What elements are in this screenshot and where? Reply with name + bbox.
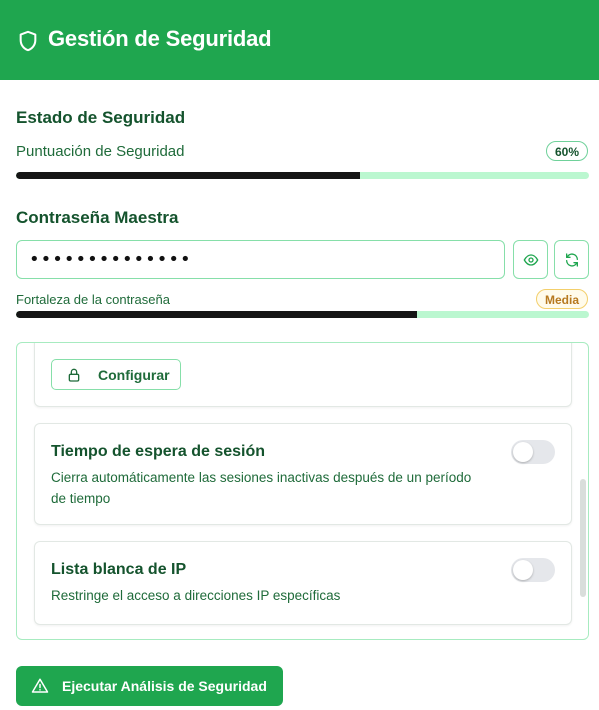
security-settings-panel[interactable]: Configurar Tiempo de espera de sesión Ci… bbox=[16, 342, 589, 640]
ip-whitelist-toggle[interactable] bbox=[511, 558, 555, 582]
regenerate-password-button[interactable] bbox=[554, 240, 589, 279]
toggle-knob bbox=[513, 442, 533, 462]
session-timeout-title: Tiempo de espera de sesión bbox=[51, 443, 266, 460]
eye-icon bbox=[523, 253, 538, 266]
security-score-label: Puntuación de Seguridad bbox=[16, 143, 185, 160]
master-password-input[interactable] bbox=[16, 240, 505, 279]
password-strength-fill bbox=[16, 311, 418, 318]
password-strength-bar bbox=[16, 311, 589, 318]
configure-button[interactable]: Configurar bbox=[51, 359, 181, 390]
warning-icon bbox=[31, 678, 49, 693]
settings-card-configure: Configurar bbox=[34, 343, 572, 407]
page-title: Gestión de Seguridad bbox=[48, 26, 272, 51]
configure-button-label: Configurar bbox=[98, 366, 170, 383]
security-score-fill bbox=[16, 172, 360, 179]
settings-card-session-timeout: Tiempo de espera de sesión Cierra automá… bbox=[34, 423, 572, 525]
password-strength-badge: Media bbox=[535, 289, 588, 309]
run-security-scan-label: Ejecutar Análisis de Seguridad bbox=[62, 678, 267, 694]
ip-whitelist-description: Restringe el acceso a direcciones IP esp… bbox=[51, 588, 341, 603]
session-timeout-toggle[interactable] bbox=[511, 440, 555, 464]
session-timeout-description-line2: de tiempo bbox=[51, 491, 111, 506]
session-timeout-description-line1: Cierra automáticamente las sesiones inac… bbox=[51, 470, 472, 485]
refresh-icon bbox=[565, 252, 578, 267]
shield-icon bbox=[19, 30, 37, 52]
settings-card-ip-whitelist: Lista blanca de IP Restringe el acceso a… bbox=[34, 541, 572, 625]
show-password-button[interactable] bbox=[513, 240, 548, 279]
toggle-knob bbox=[513, 560, 533, 580]
security-score-badge: 60% bbox=[545, 141, 588, 161]
master-password-heading: Contraseña Maestra bbox=[16, 208, 179, 227]
security-status-heading: Estado de Seguridad bbox=[16, 108, 186, 127]
run-security-scan-button[interactable]: Ejecutar Análisis de Seguridad bbox=[16, 666, 283, 706]
security-score-bar bbox=[16, 172, 589, 179]
password-strength-label: Fortaleza de la contraseña bbox=[16, 292, 170, 307]
app-header: Gestión de Seguridad bbox=[0, 0, 599, 80]
lock-icon bbox=[68, 368, 80, 382]
panel-scrollbar[interactable] bbox=[580, 479, 586, 597]
ip-whitelist-title: Lista blanca de IP bbox=[51, 561, 187, 578]
